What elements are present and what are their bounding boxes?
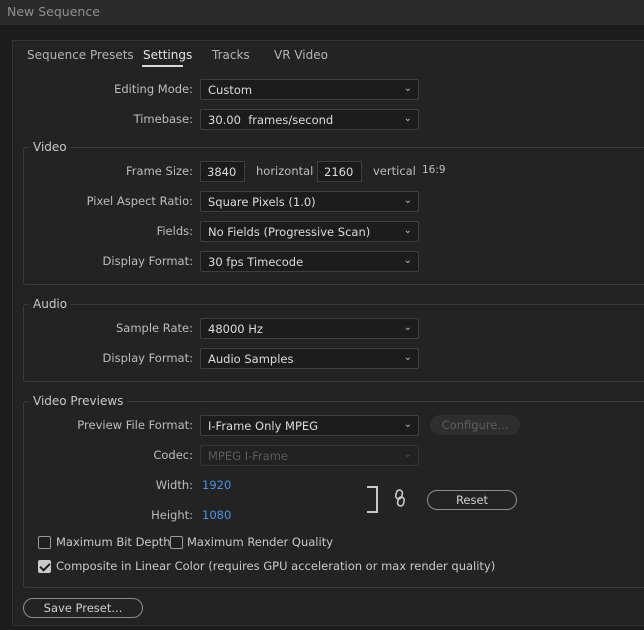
- linear-color-label: Composite in Linear Color (requires GPU …: [56, 559, 496, 573]
- chevron-down-icon: ⌄: [403, 449, 412, 460]
- tab-sequence-presets[interactable]: Sequence Presets: [27, 48, 134, 62]
- max-bit-depth-label: Maximum Bit Depth: [56, 535, 171, 549]
- pixel-aspect-label: Pixel Aspect Ratio:: [86, 194, 193, 208]
- configure-button[interactable]: Configure...: [430, 415, 520, 435]
- chevron-down-icon: ⌄: [403, 225, 412, 236]
- editing-mode-label: Editing Mode:: [114, 82, 193, 96]
- sample-rate-select[interactable]: 48000 Hz ⌄: [200, 318, 419, 339]
- preview-file-format-label: Preview File Format:: [77, 418, 193, 432]
- tab-vr-video[interactable]: VR Video: [274, 48, 328, 62]
- pixel-aspect-value: Square Pixels (1.0): [208, 195, 316, 209]
- video-display-format-select[interactable]: 30 fps Timecode ⌄: [200, 251, 419, 272]
- save-preset-button[interactable]: Save Preset...: [23, 598, 143, 618]
- tab-tracks[interactable]: Tracks: [212, 48, 250, 62]
- audio-section: [23, 304, 644, 382]
- aspect-ratio-text: 16:9: [422, 164, 446, 176]
- max-render-quality-checkbox[interactable]: [170, 536, 183, 549]
- window-title: New Sequence: [0, 0, 644, 25]
- chevron-down-icon: ⌄: [403, 255, 412, 266]
- tab-settings[interactable]: Settings: [143, 48, 192, 62]
- timebase-label: Timebase:: [133, 112, 193, 126]
- linear-color-checkbox[interactable]: [38, 560, 51, 573]
- chevron-down-icon: ⌄: [403, 195, 412, 206]
- audio-display-format-select[interactable]: Audio Samples ⌄: [200, 348, 419, 369]
- frame-width-input[interactable]: 3840: [200, 161, 245, 182]
- preview-file-format-value: I-Frame Only MPEG: [208, 419, 319, 433]
- chain-link-icon[interactable]: [392, 489, 408, 507]
- frame-size-label: Frame Size:: [126, 164, 193, 178]
- fields-select[interactable]: No Fields (Progressive Scan) ⌄: [200, 221, 419, 242]
- preview-width-label: Width:: [155, 478, 193, 492]
- preview-file-format-select[interactable]: I-Frame Only MPEG ⌄: [200, 415, 419, 436]
- timebase-select[interactable]: 30.00 frames/second ⌄: [200, 109, 419, 130]
- active-tab-indicator: [142, 65, 183, 67]
- chevron-down-icon: ⌄: [403, 352, 412, 363]
- video-display-format-label: Display Format:: [102, 254, 193, 268]
- audio-display-format-label: Display Format:: [102, 351, 193, 365]
- frame-height-input[interactable]: 2160: [317, 161, 362, 182]
- chevron-down-icon: ⌄: [403, 113, 412, 124]
- timebase-value: 30.00 frames/second: [208, 113, 334, 127]
- pixel-aspect-select[interactable]: Square Pixels (1.0) ⌄: [200, 191, 419, 212]
- editing-mode-select[interactable]: Custom ⌄: [200, 79, 419, 100]
- chevron-down-icon: ⌄: [403, 83, 412, 94]
- codec-select[interactable]: MPEG I-Frame ⌄: [200, 445, 419, 466]
- horizontal-label: horizontal: [256, 164, 314, 178]
- aspect-link-bracket: [367, 486, 378, 513]
- preview-height-label: Height:: [151, 508, 193, 522]
- video-previews-section-title: Video Previews: [29, 394, 128, 408]
- video-section-title: Video: [29, 140, 71, 154]
- sample-rate-value: 48000 Hz: [208, 322, 263, 336]
- preview-width-value[interactable]: 1920: [202, 478, 231, 492]
- codec-value: MPEG I-Frame: [208, 449, 289, 463]
- sample-rate-label: Sample Rate:: [115, 321, 193, 335]
- audio-section-title: Audio: [29, 297, 72, 311]
- codec-label: Codec:: [153, 448, 193, 462]
- fields-label: Fields:: [156, 224, 193, 238]
- preview-height-value[interactable]: 1080: [202, 508, 231, 522]
- video-display-format-value: 30 fps Timecode: [208, 255, 304, 269]
- max-render-quality-label: Maximum Render Quality: [187, 535, 334, 549]
- audio-display-format-value: Audio Samples: [208, 352, 294, 366]
- fields-value: No Fields (Progressive Scan): [208, 225, 371, 239]
- vertical-label: vertical: [373, 164, 416, 178]
- editing-mode-value: Custom: [208, 83, 253, 97]
- chevron-down-icon: ⌄: [403, 322, 412, 333]
- chevron-down-icon: ⌄: [403, 419, 412, 430]
- max-bit-depth-checkbox[interactable]: [38, 536, 51, 549]
- reset-button[interactable]: Reset: [427, 490, 517, 510]
